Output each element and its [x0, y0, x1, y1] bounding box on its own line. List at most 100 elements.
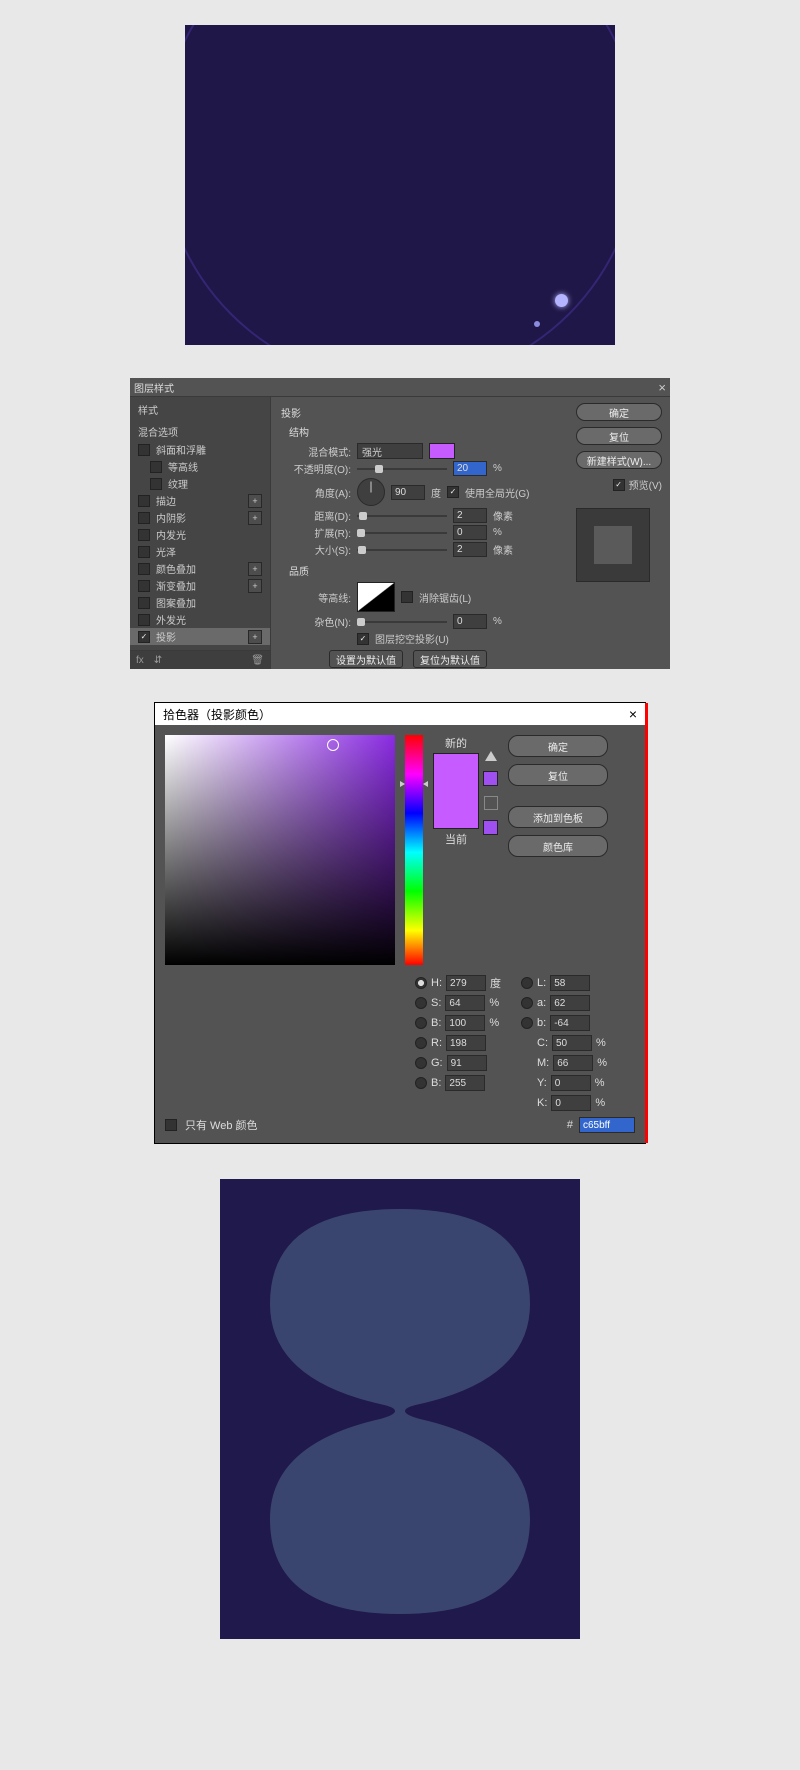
reset-default-button[interactable]: 复位为默认值	[413, 650, 487, 668]
gamut-swatch[interactable]	[483, 771, 498, 786]
checkbox-icon[interactable]	[138, 529, 150, 541]
trash-icon[interactable]: 🗑	[251, 655, 264, 666]
styles-list: 样式 混合选项 斜面和浮雕 等高线 纹理 描边+ 内阴影+ 内发光 光泽 颜色叠…	[130, 397, 271, 669]
up-down-icon[interactable]: ⇵	[154, 655, 162, 666]
style-item-pattern-overlay[interactable]: 图案叠加	[130, 594, 270, 611]
y-input[interactable]: 0	[551, 1075, 591, 1091]
websafe-warning-icon[interactable]	[484, 796, 498, 810]
s-radio[interactable]	[415, 997, 427, 1009]
s-input[interactable]: 64	[445, 995, 485, 1011]
blend-mode-select[interactable]: 强光	[357, 443, 423, 459]
a-input[interactable]: 62	[550, 995, 590, 1011]
antialias-checkbox[interactable]	[401, 591, 413, 603]
c-input[interactable]: 50	[552, 1035, 592, 1051]
styles-header[interactable]: 样式	[130, 397, 270, 422]
style-item-gradient-overlay[interactable]: 渐变叠加+	[130, 577, 270, 594]
ok-button[interactable]: 确定	[576, 403, 662, 421]
plus-icon[interactable]: +	[248, 494, 262, 508]
gamut-warning-icon[interactable]	[485, 751, 497, 761]
spread-slider[interactable]	[357, 528, 447, 538]
make-default-button[interactable]: 设置为默认值	[329, 650, 403, 668]
checkbox-icon[interactable]	[138, 631, 150, 643]
bb-input[interactable]: 255	[445, 1075, 485, 1091]
dialog-titlebar[interactable]: 图层样式 ×	[130, 378, 670, 397]
quality-label: 品质	[289, 563, 558, 578]
opacity-slider[interactable]	[357, 464, 447, 474]
checkbox-icon[interactable]	[138, 580, 150, 592]
style-item-satin[interactable]: 光泽	[130, 543, 270, 560]
cancel-button[interactable]: 复位	[576, 427, 662, 445]
style-item-stroke[interactable]: 描边+	[130, 492, 270, 509]
style-item-outer-glow[interactable]: 外发光	[130, 611, 270, 628]
checkbox-icon[interactable]	[138, 444, 150, 456]
picker-cancel-button[interactable]: 复位	[508, 764, 608, 786]
distance-input[interactable]: 2	[453, 508, 487, 523]
checkbox-icon[interactable]	[138, 597, 150, 609]
close-icon[interactable]: ×	[629, 706, 637, 722]
new-current-swatch[interactable]	[433, 753, 479, 829]
style-item-texture[interactable]: 纹理	[130, 475, 270, 492]
k-input[interactable]: 0	[551, 1095, 591, 1111]
add-swatch-button[interactable]: 添加到色板	[508, 806, 608, 828]
plus-icon[interactable]: +	[248, 579, 262, 593]
r-radio[interactable]	[415, 1037, 427, 1049]
b-radio[interactable]	[415, 1017, 427, 1029]
size-slider[interactable]	[357, 545, 447, 555]
style-item-bevel[interactable]: 斜面和浮雕	[130, 441, 270, 458]
lab-b-radio[interactable]	[521, 1017, 533, 1029]
style-item-color-overlay[interactable]: 颜色叠加+	[130, 560, 270, 577]
shadow-color-swatch[interactable]	[429, 443, 455, 459]
checkbox-icon[interactable]	[138, 495, 150, 507]
m-input[interactable]: 66	[553, 1055, 593, 1071]
angle-dial[interactable]	[357, 478, 385, 506]
b-input[interactable]: 100	[445, 1015, 485, 1031]
noise-input[interactable]: 0	[453, 614, 487, 629]
a-radio[interactable]	[521, 997, 533, 1009]
hue-slider[interactable]	[405, 735, 423, 965]
plus-icon[interactable]: +	[248, 562, 262, 576]
checkbox-icon[interactable]	[150, 478, 162, 490]
picker-titlebar[interactable]: 拾色器（投影颜色） ×	[155, 703, 645, 725]
lab-b-input[interactable]: -64	[550, 1015, 590, 1031]
size-input[interactable]: 2	[453, 542, 487, 557]
saturation-value-field[interactable]	[165, 735, 395, 965]
noise-slider[interactable]	[357, 617, 447, 627]
distance-slider[interactable]	[357, 511, 447, 521]
style-item-inner-shadow[interactable]: 内阴影+	[130, 509, 270, 526]
spread-input[interactable]: 0	[453, 525, 487, 540]
preview-checkbox[interactable]	[613, 479, 625, 491]
web-only-checkbox[interactable]	[165, 1119, 177, 1131]
checkbox-icon[interactable]	[138, 546, 150, 558]
color-lib-button[interactable]: 颜色库	[508, 835, 608, 857]
checkbox-icon[interactable]	[138, 563, 150, 575]
h-radio[interactable]	[415, 977, 427, 989]
checkbox-icon[interactable]	[150, 461, 162, 473]
contour-picker[interactable]	[357, 582, 395, 612]
new-style-button[interactable]: 新建样式(W)...	[576, 451, 662, 469]
picker-ok-button[interactable]: 确定	[508, 735, 608, 757]
r-input[interactable]: 198	[446, 1035, 486, 1051]
websafe-swatch[interactable]	[483, 820, 498, 835]
angle-input[interactable]: 90	[391, 485, 425, 500]
g-input[interactable]: 91	[447, 1055, 487, 1071]
style-item-drop-shadow[interactable]: 投影+	[130, 628, 270, 645]
hex-input[interactable]: c65bff	[579, 1117, 635, 1133]
opacity-input[interactable]: 20	[453, 461, 487, 476]
bb-radio[interactable]	[415, 1077, 427, 1089]
g-radio[interactable]	[415, 1057, 427, 1069]
knockout-checkbox[interactable]	[357, 633, 369, 645]
style-item-contour[interactable]: 等高线	[130, 458, 270, 475]
antialias-label: 消除锯齿(L)	[419, 590, 471, 605]
global-light-checkbox[interactable]	[447, 486, 459, 498]
checkbox-icon[interactable]	[138, 512, 150, 524]
plus-icon[interactable]: +	[248, 511, 262, 525]
l-radio[interactable]	[521, 977, 533, 989]
style-item-inner-glow[interactable]: 内发光	[130, 526, 270, 543]
fx-icon[interactable]: fx	[136, 655, 144, 666]
checkbox-icon[interactable]	[138, 614, 150, 626]
plus-icon[interactable]: +	[248, 630, 262, 644]
l-input[interactable]: 58	[550, 975, 590, 991]
blend-options[interactable]: 混合选项	[130, 422, 270, 441]
h-input[interactable]: 279	[446, 975, 486, 991]
close-icon[interactable]: ×	[658, 380, 666, 395]
